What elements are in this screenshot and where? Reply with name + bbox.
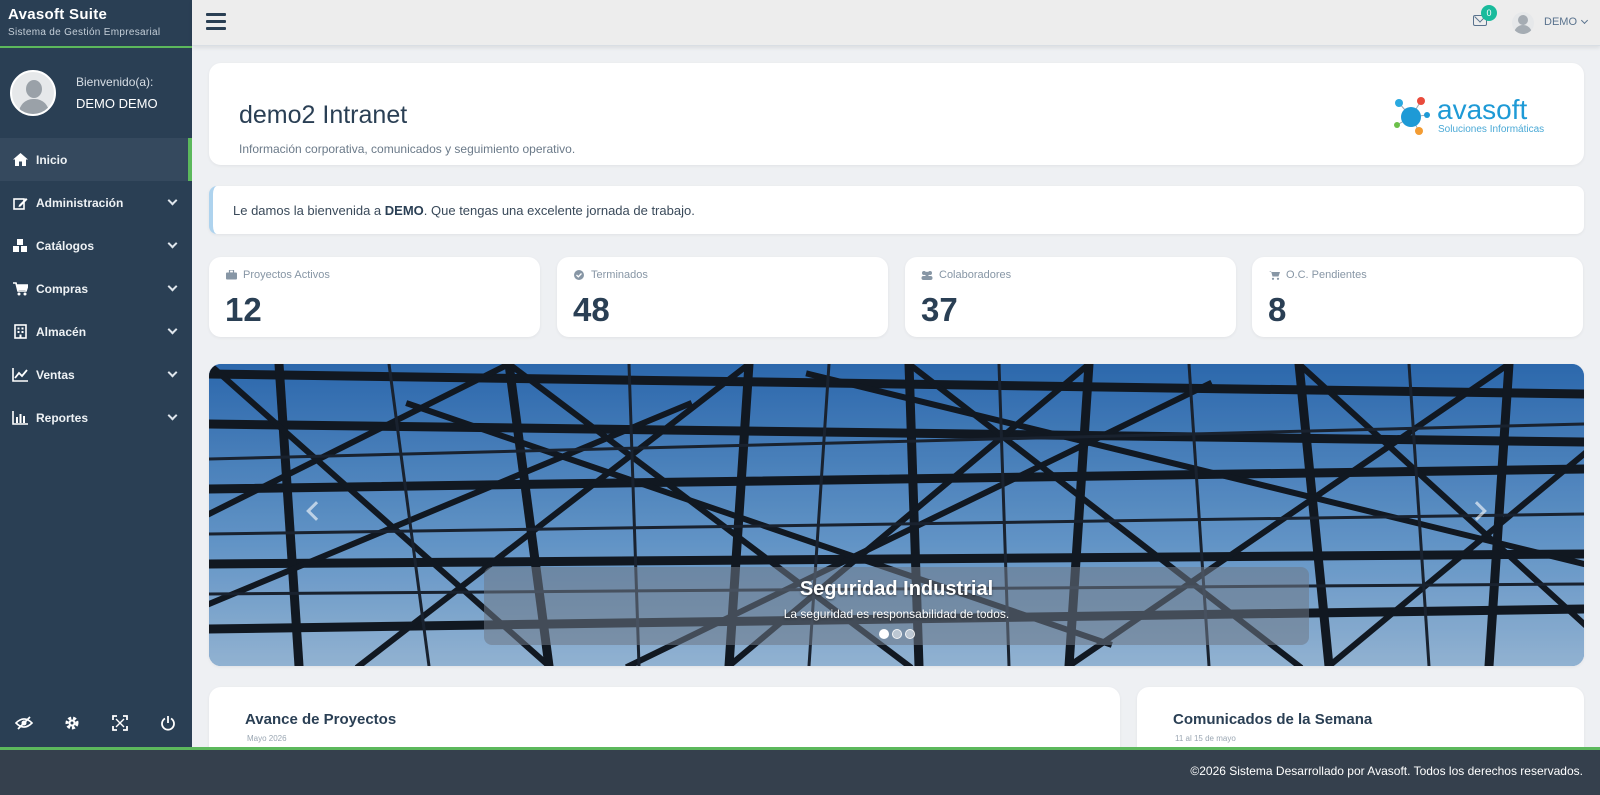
stat-label: O.C. Pendientes (1286, 269, 1367, 281)
stat-card-oc-pendientes: O.C. Pendientes 8 (1252, 257, 1583, 337)
user-menu[interactable]: DEMO (1544, 16, 1577, 28)
eye-slash-icon[interactable] (14, 713, 34, 733)
cubes-icon (12, 238, 28, 253)
users-icon (921, 270, 933, 280)
stat-value: 37 (921, 291, 958, 328)
image-carousel[interactable]: Seguridad Industrial La seguridad es res… (209, 364, 1584, 666)
stat-value: 48 (573, 291, 610, 328)
chevron-down-icon (167, 195, 178, 206)
chevron-down-icon (167, 238, 178, 249)
gear-icon[interactable] (62, 713, 82, 733)
sidebar-item-catalogos[interactable]: Catálogos (0, 224, 192, 267)
chevron-down-icon (167, 367, 178, 378)
stat-label: Proyectos Activos (243, 269, 330, 281)
carousel-indicator[interactable] (878, 629, 889, 639)
power-icon[interactable] (158, 713, 178, 733)
menu-toggle-icon[interactable] (206, 13, 226, 31)
panel-subtitle: 11 al 15 de mayo (1175, 734, 1236, 743)
stat-value: 12 (225, 291, 262, 328)
welcome-text: Le damos la bienvenida a DEMO. Que tenga… (233, 203, 695, 218)
logo-tagline: Soluciones Informáticas (1438, 124, 1544, 135)
carousel-indicator[interactable] (891, 629, 902, 639)
welcome-message: Le damos la bienvenida a DEMO. Que tenga… (209, 186, 1584, 234)
sidebar-item-label: Catálogos (36, 238, 95, 253)
sidebar-item-administracion[interactable]: Administración (0, 181, 192, 224)
carousel-caption: Seguridad Industrial La seguridad es res… (484, 567, 1309, 645)
carousel-text: La seguridad es responsabilidad de todos… (783, 607, 1010, 621)
stat-label: Colaboradores (939, 269, 1012, 281)
carousel-title: Seguridad Industrial (799, 578, 994, 600)
line-chart-icon (12, 367, 28, 382)
projects-progress-panel: Avance de Proyectos Mayo 2026 (209, 687, 1120, 747)
sidebar-item-label: Administración (36, 195, 124, 210)
cart-icon (12, 281, 28, 296)
sidebar-footer (0, 699, 192, 747)
profile-name: DEMO DEMO (76, 96, 158, 111)
sidebar-item-reportes[interactable]: Reportes (0, 396, 192, 439)
fullscreen-icon[interactable] (110, 713, 130, 733)
stat-card-colaboradores: Colaboradores 37 (905, 257, 1236, 337)
home-icon (12, 153, 28, 167)
profile: Bienvenido(a): DEMO DEMO (0, 48, 192, 138)
sidebar-item-compras[interactable]: Compras (0, 267, 192, 310)
sidebar-menu: Inicio Administración Catálogos Compras (0, 138, 192, 439)
carousel-indicators (484, 629, 1309, 639)
mail-count-badge: 0 (1481, 5, 1497, 21)
footer-text: ©2026 Sistema Desarrollado por Avasoft. … (1190, 764, 1583, 778)
page-footer: ©2026 Sistema Desarrollado por Avasoft. … (0, 747, 1600, 795)
sidebar-item-label: Compras (36, 281, 89, 296)
chevron-down-icon (167, 324, 178, 335)
bar-chart-icon (12, 410, 28, 425)
sidebar-item-label: Ventas (36, 367, 75, 382)
panel-title: Avance de Proyectos (245, 711, 397, 728)
panel-title: Comunicados de la Semana (1173, 711, 1373, 728)
cart-icon (1268, 270, 1280, 280)
sidebar-item-ventas[interactable]: Ventas (0, 353, 192, 396)
avasoft-logo: avasoft Soluciones Informáticas (1394, 94, 1544, 135)
logo-text: avasoft (1437, 94, 1527, 125)
stat-value: 8 (1268, 291, 1287, 328)
chevron-down-icon[interactable] (1580, 16, 1589, 25)
top-navbar: 0 DEMO (192, 0, 1600, 46)
sidebar-item-inicio[interactable]: Inicio (0, 138, 192, 181)
briefcase-icon (225, 270, 237, 280)
main-content: demo2 Intranet Información corporativa, … (192, 46, 1600, 747)
check-circle-icon (573, 270, 585, 280)
user-avatar[interactable] (1512, 12, 1534, 34)
app-title: Avasoft Suite (8, 6, 108, 23)
weekly-announcements-panel: Comunicados de la Semana 11 al 15 de may… (1137, 687, 1584, 747)
stat-card-proyectos: Proyectos Activos 12 (209, 257, 540, 337)
sidebar-item-label: Almacén (36, 324, 87, 339)
welcome-name: DEMO (384, 203, 424, 218)
page-title: demo2 Intranet (239, 101, 408, 129)
building-icon (12, 324, 28, 339)
app-subtitle: Sistema de Gestión Empresarial (8, 27, 161, 38)
sidebar-item-label: Inicio (36, 152, 68, 167)
chevron-down-icon (167, 410, 178, 421)
page-subtitle: Información corporativa, comunicados y s… (239, 142, 576, 156)
avatar (10, 70, 56, 116)
panel-subtitle: Mayo 2026 (247, 734, 287, 743)
carousel-indicator[interactable] (904, 629, 915, 639)
stat-card-terminados: Terminados 48 (557, 257, 888, 337)
edit-icon (12, 196, 28, 210)
stat-label: Terminados (591, 269, 648, 281)
chevron-down-icon (167, 281, 178, 292)
sidebar: Avasoft Suite Sistema de Gestión Empresa… (0, 0, 192, 747)
sidebar-item-label: Reportes (36, 410, 89, 425)
page-header: demo2 Intranet Información corporativa, … (209, 63, 1584, 165)
brand[interactable]: Avasoft Suite Sistema de Gestión Empresa… (0, 0, 192, 48)
sidebar-item-almacen[interactable]: Almacén (0, 310, 192, 353)
welcome-label: Bienvenido(a): (76, 75, 154, 89)
